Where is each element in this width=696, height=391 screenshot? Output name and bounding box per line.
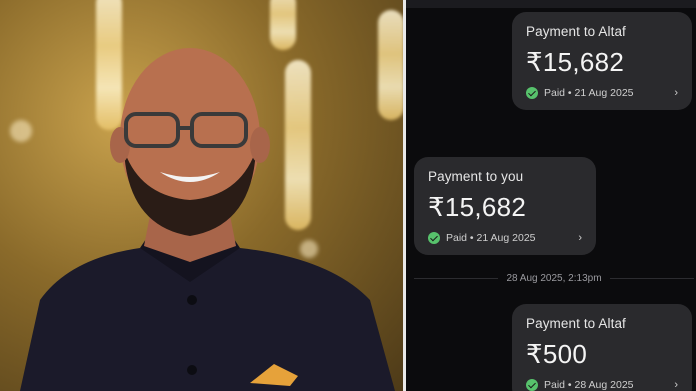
photo-man-smiling	[0, 0, 403, 391]
date-separator: 28 Aug 2025, 2:13pm	[414, 270, 694, 286]
check-circle-icon	[526, 87, 538, 99]
payment-card-sent[interactable]: Payment to Altaf ₹15,682 Paid • 21 Aug 2…	[512, 12, 692, 110]
payment-status: Paid • 21 Aug 2025	[428, 232, 536, 244]
payment-status-text: Paid • 28 Aug 2025	[544, 379, 634, 391]
payment-status-text: Paid • 21 Aug 2025	[544, 87, 634, 99]
chevron-right-icon: ›	[674, 87, 678, 99]
date-separator-text: 28 Aug 2025, 2:13pm	[498, 272, 610, 284]
payment-amount: ₹15,682	[526, 47, 625, 77]
payment-status-text: Paid • 21 Aug 2025	[446, 232, 536, 244]
top-strip	[406, 0, 696, 8]
payment-amount: ₹15,682	[428, 192, 527, 222]
payment-card-received[interactable]: Payment to you ₹15,682 Paid • 21 Aug 202…	[414, 157, 596, 255]
payment-status: Paid • 21 Aug 2025	[526, 87, 634, 99]
payment-title: Payment to you	[428, 169, 524, 184]
check-circle-icon	[526, 379, 538, 391]
payment-status: Paid • 28 Aug 2025	[526, 379, 634, 391]
payment-card-sent[interactable]: Payment to Altaf ₹500 Paid • 28 Aug 2025…	[512, 304, 692, 391]
chevron-right-icon: ›	[578, 232, 582, 244]
payment-title: Payment to Altaf	[526, 24, 626, 39]
payment-chat: Payment to Altaf ₹15,682 Paid • 21 Aug 2…	[406, 0, 696, 391]
person-illustration	[20, 48, 395, 391]
chevron-right-icon: ›	[674, 379, 678, 391]
check-circle-icon	[428, 232, 440, 244]
payment-amount: ₹500	[526, 339, 588, 369]
payment-title: Payment to Altaf	[526, 316, 626, 331]
